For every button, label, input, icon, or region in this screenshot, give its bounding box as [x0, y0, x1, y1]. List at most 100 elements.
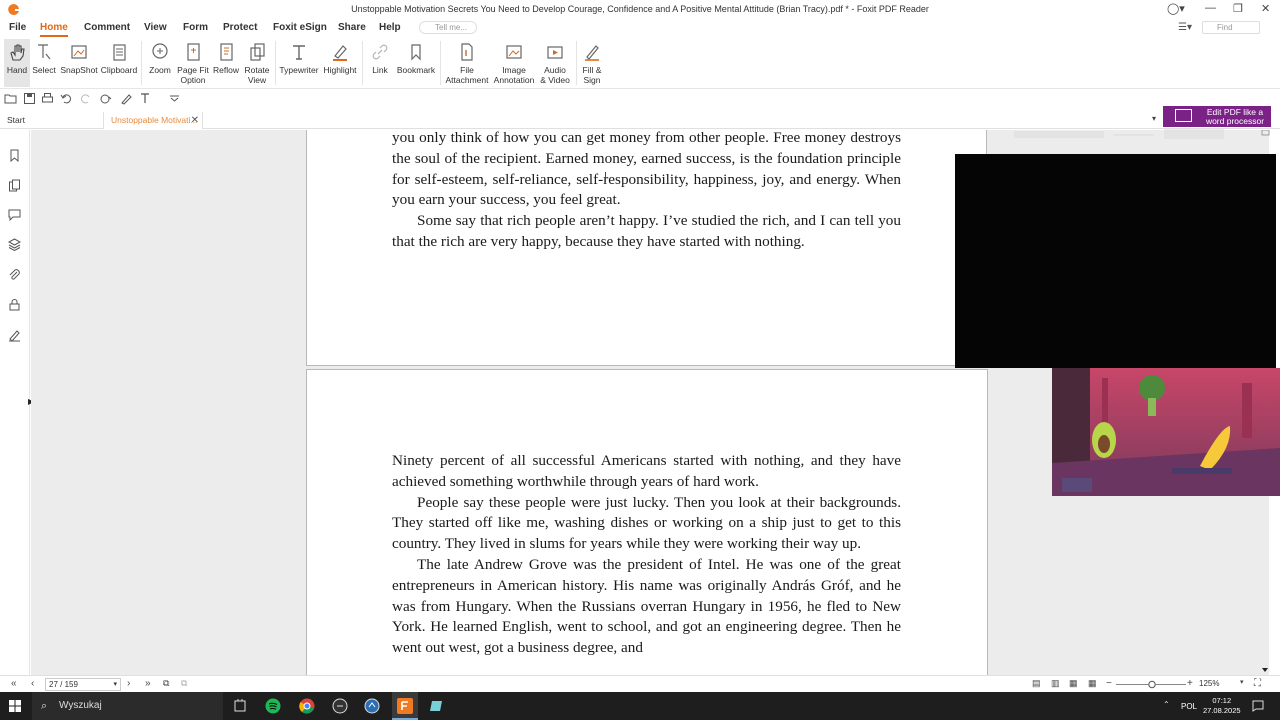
facing-page-icon[interactable]: ▦ [1069, 678, 1078, 689]
taskbar-search-input[interactable]: ⌕ Wyszukaj [32, 692, 223, 720]
account-icon[interactable]: ◯▾ [1167, 2, 1185, 15]
ribbon-separator [141, 41, 142, 85]
fill-sign-button[interactable]: Fill & Sign [578, 39, 606, 87]
undo-icon[interactable] [60, 92, 73, 105]
snapshot-button[interactable]: SnapShot [60, 39, 98, 87]
audio-video-button[interactable]: Audio & Video [537, 39, 573, 87]
previous-view-icon[interactable]: ⧉ [163, 678, 169, 689]
zoom-out-icon[interactable]: − [1106, 678, 1112, 689]
promo-logo-icon [1175, 109, 1192, 122]
status-bar: « ‹ 27 / 159 ▾ › » ⧉ ⧉ ▤ ▥ ▦ ▦ − + 125% … [0, 675, 1280, 692]
zoom-button[interactable]: Zoom [146, 39, 174, 87]
security-panel-icon[interactable] [8, 298, 21, 311]
last-page-icon[interactable]: » [145, 678, 151, 689]
save-icon[interactable] [23, 92, 36, 105]
zoom-slider[interactable] [1116, 680, 1186, 689]
zoom-in-icon[interactable]: + [1187, 678, 1193, 689]
bookmarks-panel-icon[interactable] [8, 149, 21, 162]
clipboard-button[interactable]: Clipboard [100, 39, 138, 87]
link-button[interactable]: Link [366, 39, 394, 87]
customize-toolbar-icon[interactable] [168, 92, 181, 105]
previous-page-icon[interactable]: ‹ [31, 678, 34, 689]
menu-view[interactable]: View [144, 22, 167, 33]
fullscreen-icon[interactable]: ⛶ [1254, 678, 1261, 689]
tell-me-input[interactable]: Tell me... [419, 21, 477, 34]
page-fit-icon [187, 43, 200, 61]
search-options-icon[interactable]: ☰▾ [1178, 22, 1192, 33]
menu-help[interactable]: Help [379, 22, 401, 33]
tab-start[interactable]: Start [0, 112, 103, 129]
chrome-icon[interactable] [299, 698, 315, 714]
continuous-facing-icon[interactable]: ▦ [1088, 678, 1097, 689]
hand-icon [10, 44, 25, 61]
page-fit-option-button[interactable]: Page Fit Option [176, 39, 210, 87]
tab-document[interactable]: Unstoppable Motivati... ✕ [103, 112, 203, 129]
redo-icon[interactable] [79, 92, 92, 105]
tab-list-dropdown-icon[interactable]: ▾ [1152, 114, 1156, 123]
menu-protect[interactable]: Protect [223, 22, 257, 33]
reflow-button[interactable]: Reflow [212, 39, 240, 87]
open-icon[interactable] [4, 92, 17, 105]
edit-text-icon[interactable] [120, 92, 133, 105]
app-icon[interactable] [332, 698, 348, 714]
windows-start-icon[interactable] [9, 700, 21, 712]
edit-pdf-promo-banner[interactable]: Edit PDF like a word processor [1163, 106, 1271, 127]
page-number-field[interactable]: 27 / 159 ▾ [45, 678, 121, 691]
zoom-dropdown-icon[interactable]: ▾ [1240, 678, 1244, 686]
comments-panel-icon[interactable] [8, 208, 21, 221]
next-view-icon[interactable]: ⧉ [181, 678, 187, 689]
bookmark-icon [411, 44, 421, 61]
image-annotation-button[interactable]: Image Annotation [492, 39, 536, 87]
close-icon[interactable]: ✕ [1261, 2, 1270, 15]
menu-comment[interactable]: Comment [84, 22, 130, 33]
menu-share[interactable]: Share [338, 22, 366, 33]
file-attachment-button[interactable]: File Attachment [444, 39, 490, 87]
typewriter-quick-icon[interactable] [139, 92, 152, 105]
foxit-taskbar-button[interactable] [392, 692, 418, 720]
taskbar-clock[interactable]: 07:12 27.08.2025 [1203, 696, 1241, 716]
hand-tool-button[interactable]: Hand [4, 39, 30, 87]
highlight-icon [333, 45, 347, 61]
page-26-text: you only think of how you can get money … [392, 130, 901, 253]
audio-video-icon [547, 46, 563, 59]
minimize-icon[interactable]: — [1205, 2, 1216, 14]
zoom-level[interactable]: 125% [1199, 679, 1219, 688]
rotate-view-button[interactable]: Rotate View [242, 39, 272, 87]
app-icon[interactable] [364, 698, 380, 714]
next-page-icon[interactable]: › [127, 678, 130, 689]
highlight-button[interactable]: Highlight [321, 39, 359, 87]
paragraph: Ninety percent of all successful America… [392, 452, 901, 490]
notes-app-icon[interactable] [429, 698, 445, 714]
attachments-panel-icon[interactable] [8, 268, 21, 281]
menu-home[interactable]: Home [40, 22, 68, 37]
continuous-page-icon[interactable]: ▥ [1051, 678, 1060, 689]
window-title: Unstoppable Motivation Secrets You Need … [351, 4, 929, 14]
notifications-icon[interactable] [1252, 700, 1264, 712]
close-tab-icon[interactable]: ✕ [191, 112, 199, 129]
layers-panel-icon[interactable] [8, 238, 21, 251]
single-page-icon[interactable]: ▤ [1032, 678, 1041, 689]
bookmark-button[interactable]: Bookmark [396, 39, 436, 87]
page-dropdown-icon[interactable]: ▾ [113, 679, 117, 690]
hand-select-icon[interactable] [99, 92, 112, 105]
first-page-icon[interactable]: « [11, 678, 17, 689]
snapshot-icon [71, 45, 87, 59]
menu-file[interactable]: File [9, 22, 26, 33]
tray-overflow-icon[interactable]: ⌃ [1163, 700, 1170, 709]
restore-icon[interactable]: ❐ [1233, 2, 1243, 15]
spotify-icon[interactable] [265, 698, 281, 714]
find-input[interactable]: Find [1202, 21, 1260, 34]
vertical-scrollbar[interactable] [1260, 130, 1270, 675]
input-language[interactable]: POL [1181, 702, 1197, 711]
menu-form[interactable]: Form [183, 22, 208, 33]
signatures-panel-icon[interactable] [8, 329, 21, 342]
typewriter-icon [293, 45, 305, 60]
print-icon[interactable] [41, 92, 54, 105]
image-annotation-icon [506, 45, 522, 59]
typewriter-button[interactable]: Typewriter [279, 39, 319, 87]
pages-panel-icon[interactable] [8, 179, 21, 192]
task-view-icon[interactable] [232, 698, 248, 714]
select-tool-button[interactable]: Select [31, 39, 57, 87]
menu-foxit-esign[interactable]: Foxit eSign [273, 22, 327, 33]
foxit-reader-window: Unstoppable Motivation Secrets You Need … [0, 0, 1280, 720]
